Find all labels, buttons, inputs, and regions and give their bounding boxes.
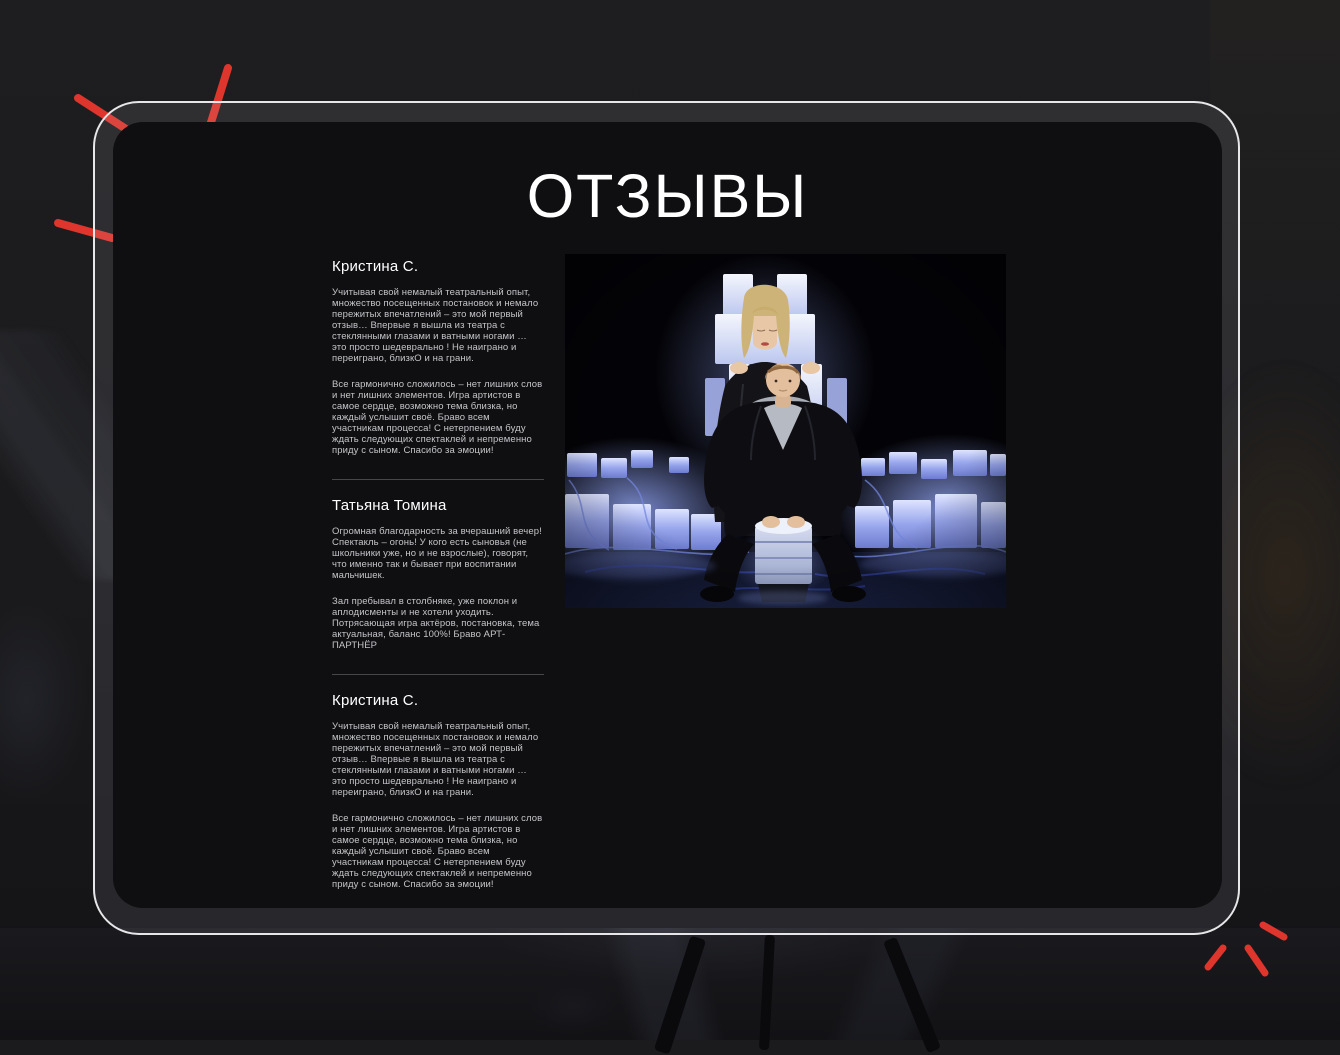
background-shoe-shadow (515, 972, 630, 1042)
review-author: Кристина С. (332, 692, 419, 709)
review-list: Кристина С. Учитывая свой немалый театра… (332, 258, 544, 908)
page-title: ОТЗЫВЫ (526, 162, 809, 230)
review-author: Кристина С. (332, 258, 419, 275)
reviews-section: ОТЗЫВЫ Кристина С. Учитывая свой немалый… (113, 122, 1222, 908)
review-item: Кристина С. Учитывая свой немалый театра… (332, 258, 544, 480)
review-divider (332, 479, 544, 480)
reviews-content: Кристина С. Учитывая свой немалый театра… (332, 254, 1006, 908)
review-paragraph: Все гармонично сложилось – нет лишних сл… (332, 813, 543, 890)
review-paragraph: Все гармонично сложилось – нет лишних сл… (332, 379, 543, 456)
performance-photo (565, 254, 1006, 608)
review-paragraph: Учитывая свой немалый театральный опыт, … (332, 287, 539, 364)
review-divider (332, 674, 544, 675)
review-paragraph: Зал пребывал в столбняке, уже поклон и а… (332, 596, 540, 651)
review-paragraph: Учитывая свой немалый театральный опыт, … (332, 721, 539, 798)
review-paragraph: Огромная благодарность за вчерашний вече… (332, 526, 542, 581)
review-item: Татьяна Томина Огромная благодарность за… (332, 497, 544, 675)
review-author: Татьяна Томина (332, 497, 447, 514)
review-item: Кристина С. Учитывая свой немалый театра… (332, 692, 544, 908)
